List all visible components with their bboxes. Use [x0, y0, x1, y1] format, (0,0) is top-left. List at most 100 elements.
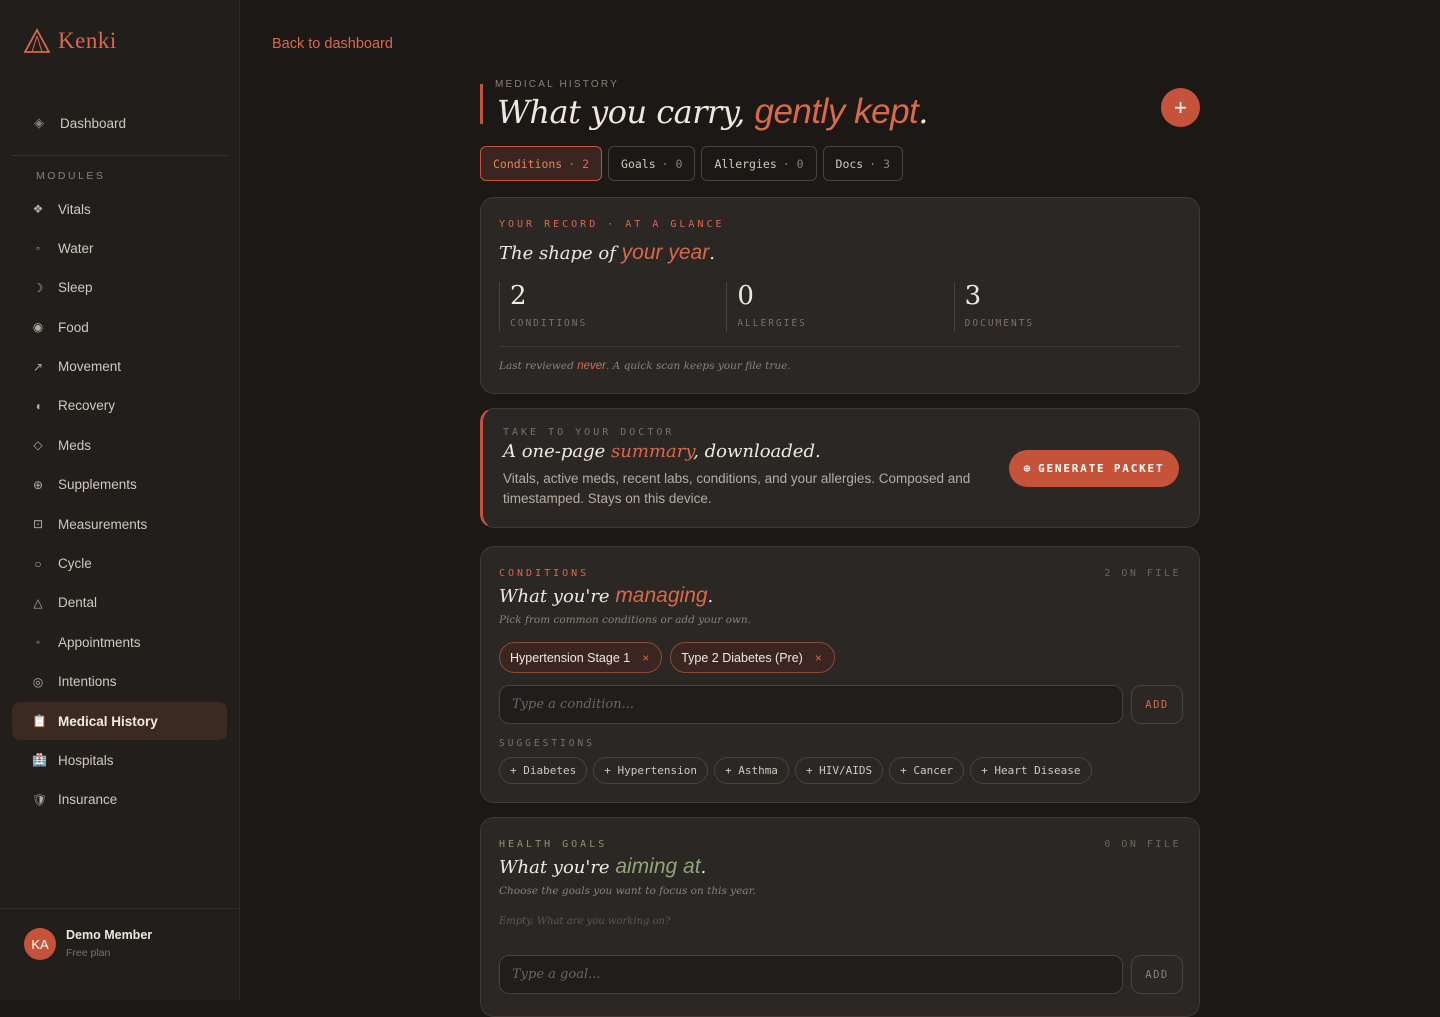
tab-goals[interactable]: Goals · 0	[608, 146, 696, 181]
condition-input-row: ADD	[499, 685, 1183, 724]
conditions-count: 2 ON FILE	[1104, 568, 1181, 579]
suggestion-chip[interactable]: + Heart Disease	[970, 757, 1092, 784]
page-title: What you carry, gently kept.	[497, 92, 928, 131]
sidebar-item-label: Dental	[58, 595, 98, 611]
dental-icon: △	[33, 595, 43, 610]
health-goals-card: HEALTH GOALS 0 ON FILE What you're aimin…	[480, 817, 1200, 1017]
sidebar-item-food[interactable]: ◉ Food	[12, 308, 227, 346]
sidebar-item-label: Medical History	[58, 713, 158, 729]
vitals-icon: ❖	[32, 202, 44, 216]
remove-icon[interactable]: ×	[815, 651, 822, 665]
sidebar-item-label: Movement	[58, 359, 122, 375]
stat-documents: 3 DOCUMENTS	[953, 282, 1181, 332]
arrow-icon: ↗	[32, 359, 44, 374]
add-goal-button[interactable]: ADD	[1131, 955, 1183, 994]
record-divider	[499, 346, 1181, 347]
sidebar-item-label: Measurements	[58, 516, 148, 532]
sidebar-item-recovery[interactable]: ◖ Recovery	[12, 387, 227, 425]
sidebar-item-insurance[interactable]: 🛡 Insurance	[12, 781, 227, 819]
goal-input-row: ADD	[499, 955, 1183, 994]
doctor-packet-card: TAKE TO YOUR DOCTOR A one-page summary, …	[480, 408, 1200, 528]
back-to-dashboard-link[interactable]: Back to dashboard	[272, 36, 393, 52]
sidebar-item-cycle[interactable]: ○ Cycle	[12, 545, 227, 583]
stat-conditions: 2 CONDITIONS	[499, 282, 726, 332]
sidebar-item-label: Dashboard	[60, 115, 127, 131]
logo-triangle-icon	[24, 28, 50, 53]
goal-input[interactable]	[499, 955, 1123, 994]
sidebar-item-sleep[interactable]: ☽ Sleep	[12, 269, 227, 307]
conditions-card: CONDITIONS 2 ON FILE What you're managin…	[480, 546, 1200, 803]
generate-packet-button[interactable]: ⊕ GENERATE PACKET	[1009, 450, 1179, 487]
doctor-description: Vitals, active meds, recent labs, condit…	[503, 471, 971, 506]
condition-chip[interactable]: Type 2 Diabetes (Pre) ×	[670, 642, 835, 673]
add-condition-button[interactable]: ADD	[1131, 685, 1183, 724]
diamond-icon: ◈	[34, 115, 44, 130]
sidebar-item-intentions[interactable]: ◎ Intentions	[12, 663, 227, 701]
page-eyebrow: MEDICAL HISTORY	[495, 79, 619, 90]
stat-allergies: 0 ALLERGIES	[726, 282, 953, 332]
tab-label: Allergies	[714, 156, 777, 171]
shield-icon: 🛡	[32, 792, 48, 807]
sidebar-item-medical-history[interactable]: 📋 Medical History	[12, 702, 227, 741]
chip-label: Type 2 Diabetes (Pre)	[681, 650, 803, 665]
goals-count: 0 ON FILE	[1104, 839, 1181, 850]
sidebar-item-label: Intentions	[58, 674, 117, 690]
appointments-icon: ◦	[35, 635, 41, 650]
tab-allergies[interactable]: Allergies · 0	[701, 146, 817, 181]
supplements-icon: ⊕	[32, 477, 44, 492]
measurements-icon: ⊡	[32, 517, 44, 532]
sidebar-item-vitals[interactable]: ❖ Vitals	[12, 190, 227, 228]
suggestion-chip[interactable]: + HIV/AIDS	[794, 757, 884, 784]
clipboard-icon: 📋	[32, 714, 47, 729]
add-entry-button[interactable]: +	[1161, 88, 1200, 127]
sidebar-item-label: Water	[58, 240, 94, 256]
condition-input[interactable]	[499, 685, 1123, 724]
sidebar-item-label: Recovery	[58, 398, 116, 414]
sidebar-item-appointments[interactable]: ◦ Appointments	[12, 623, 227, 661]
sidebar-item-label: Insurance	[58, 792, 118, 808]
suggestion-chip[interactable]: + Asthma	[713, 757, 789, 784]
suggestion-chip[interactable]: + Cancer	[889, 757, 965, 784]
tab-conditions[interactable]: Conditions · 2	[480, 146, 603, 181]
tab-label: Docs	[835, 156, 864, 171]
sidebar-item-label: Cycle	[58, 556, 92, 572]
brand-name: Kenki	[58, 28, 117, 53]
recovery-icon: ◖	[34, 398, 42, 413]
goals-title: What you're aiming at.	[499, 855, 707, 878]
sidebar-item-movement[interactable]: ↗ Movement	[12, 348, 227, 386]
sidebar-item-water[interactable]: ◦ Water	[12, 229, 227, 267]
avatar[interactable]: KA	[24, 928, 56, 960]
condition-chip[interactable]: Hypertension Stage 1 ×	[499, 642, 663, 673]
conditions-subtitle: Pick from common conditions or add your …	[499, 614, 751, 626]
generate-packet-label: GENERATE PACKET	[1038, 462, 1165, 475]
doctor-title: A one-page summary, downloaded.	[503, 441, 821, 462]
last-reviewed-note: Last reviewed never. A quick scan keeps …	[499, 360, 791, 372]
section-tabs: Conditions · 2 Goals · 0 Allergies · 0 Docs · 3	[480, 146, 904, 181]
suggestion-chip[interactable]: + Hypertension	[593, 757, 708, 784]
record-summary-card: YOUR RECORD · AT A GLANCE The shape of y…	[480, 197, 1200, 394]
sidebar-item-label: Supplements	[58, 477, 137, 493]
user-footer[interactable]: KA Demo Member Free plan	[0, 908, 239, 1000]
sidebar-item-label: Food	[58, 319, 89, 335]
sidebar-item-measurements[interactable]: ⊡ Measurements	[12, 505, 227, 543]
sidebar-item-dashboard[interactable]: ◈ Dashboard	[12, 104, 227, 142]
module-nav: ❖ Vitals ◦ Water ☽ Sleep ◉ Food ↗ Movement ◖ Recove…	[12, 190, 227, 820]
remove-icon[interactable]: ×	[642, 651, 649, 665]
brand[interactable]: Kenki	[24, 28, 117, 54]
water-icon: ◦	[35, 241, 41, 256]
suggestion-list: + Diabetes + Hypertension + Asthma + HIV/AI…	[499, 757, 1092, 784]
suggestions-label: SUGGESTIONS	[499, 738, 595, 749]
sidebar-item-meds[interactable]: ◇ Meds	[12, 426, 227, 464]
conditions-title: What you're managing.	[499, 584, 714, 607]
food-icon: ◉	[32, 320, 44, 335]
suggestion-chip[interactable]: + Diabetes	[499, 757, 588, 784]
sidebar-item-dental[interactable]: △ Dental	[12, 584, 227, 622]
record-stats: 2 CONDITIONS 0 ALLERGIES 3 DOCUMENTS	[499, 282, 1181, 332]
target-icon: ◎	[32, 674, 44, 689]
tab-label: Goals	[621, 156, 656, 171]
tab-docs[interactable]: Docs · 3	[822, 146, 904, 181]
sidebar-item-supplements[interactable]: ⊕ Supplements	[12, 466, 227, 504]
sidebar-divider	[12, 155, 227, 156]
sidebar-item-hospitals[interactable]: 🏥 Hospitals	[12, 741, 227, 779]
header-accent-bar	[480, 84, 483, 124]
